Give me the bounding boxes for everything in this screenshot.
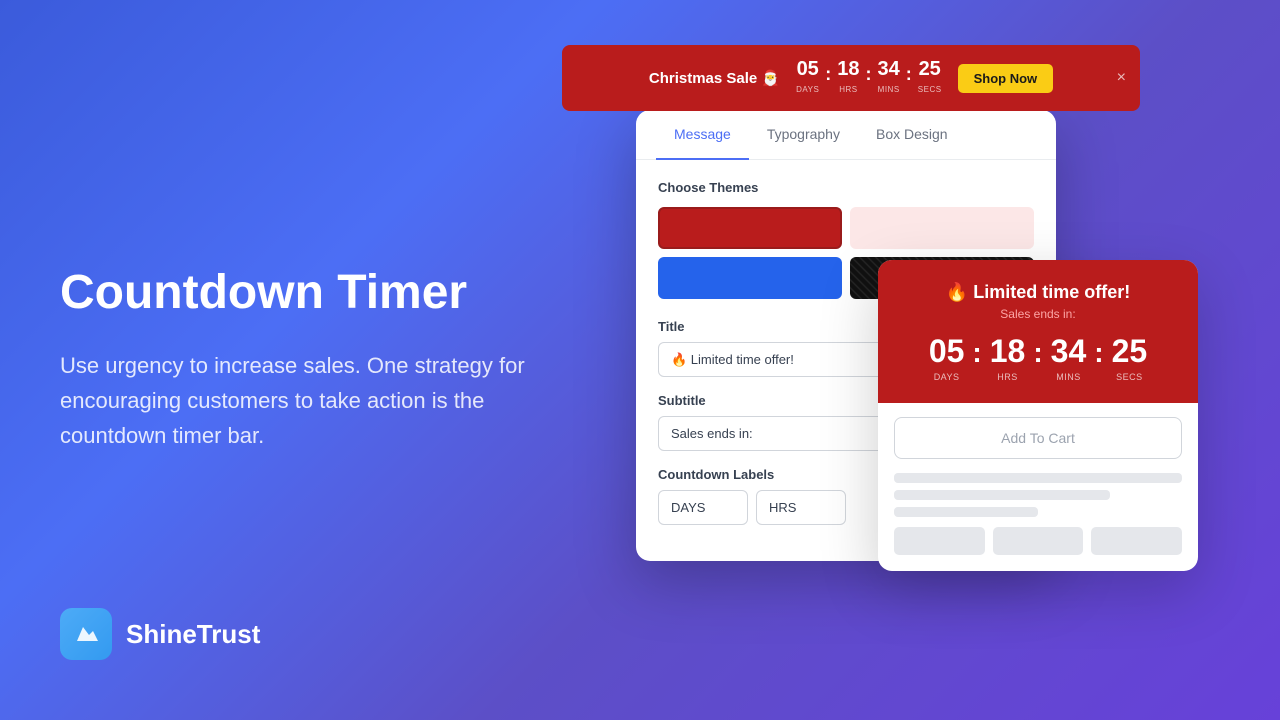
label-days-input[interactable] [658, 490, 748, 525]
preview-secs-num: 25 [1112, 335, 1148, 367]
preview-colon-2: : [1033, 337, 1042, 369]
skeleton-line-2 [894, 490, 1110, 500]
preview-card: 🔥 Limited time offer! Sales ends in: 05 … [878, 260, 1198, 571]
skeleton-line-3 [894, 507, 1038, 517]
preview-timer-subtitle: Sales ends in: [898, 307, 1178, 321]
banner-mins-num: 34 [878, 59, 900, 79]
banner-secs-label: SECS [918, 85, 942, 94]
preview-bottom-row [894, 527, 1182, 555]
theme-red[interactable] [658, 207, 842, 249]
panel-tabs: Message Typography Box Design [636, 110, 1056, 160]
banner-title: Christmas Sale 🎅 [649, 69, 780, 87]
banner-days-unit: 05 DAYS [796, 59, 819, 97]
preview-days-label: DAYS [934, 372, 960, 382]
preview-colon-1: : [972, 337, 981, 369]
skeleton-line-1 [894, 473, 1182, 483]
preview-secs-label: SECS [1116, 372, 1143, 382]
preview-hrs-num: 18 [990, 335, 1026, 367]
banner-colon-2: : [866, 64, 872, 85]
preview-countdown: 05 DAYS : 18 HRS : 34 MINS : 25 SECS [898, 335, 1178, 385]
brand-logo [60, 608, 112, 660]
preview-days-unit: 05 DAYS [929, 335, 965, 385]
label-hrs-input[interactable] [756, 490, 846, 525]
banner-mins-label: MINS [878, 85, 900, 94]
brand: ShineTrust [60, 608, 260, 660]
preview-timer-title: 🔥 Limited time offer! [898, 282, 1178, 303]
preview-skeleton [894, 473, 1182, 517]
preview-hrs-label: HRS [997, 372, 1018, 382]
page-description: Use urgency to increase sales. One strat… [60, 348, 540, 454]
banner-hrs-unit: 18 HRS [837, 59, 859, 97]
banner-mins-unit: 34 MINS [878, 59, 900, 97]
banner-colon-3: : [906, 64, 912, 85]
banner-days-num: 05 [796, 59, 819, 79]
add-to-cart-button[interactable]: Add To Cart [894, 417, 1182, 459]
skeleton-btn-3 [1091, 527, 1182, 555]
shop-now-button[interactable]: Shop Now [958, 64, 1054, 93]
banner-countdown: 05 DAYS : 18 HRS : 34 MINS : 25 SECS [796, 59, 942, 97]
theme-pink[interactable] [850, 207, 1034, 249]
banner-colon-1: : [825, 64, 831, 85]
banner-secs-num: 25 [918, 59, 942, 79]
preview-mins-num: 34 [1051, 335, 1087, 367]
preview-secs-unit: 25 SECS [1112, 335, 1148, 385]
preview-hrs-unit: 18 HRS [990, 335, 1026, 385]
preview-mins-label: MINS [1056, 372, 1081, 382]
tab-typography[interactable]: Typography [749, 110, 858, 160]
preview-days-num: 05 [929, 335, 965, 367]
promo-banner: Christmas Sale 🎅 05 DAYS : 18 HRS : 34 M… [562, 45, 1140, 111]
banner-secs-unit: 25 SECS [918, 59, 942, 97]
banner-hrs-num: 18 [837, 59, 859, 79]
banner-close-button[interactable]: × [1117, 69, 1126, 87]
page-title: Countdown Timer [60, 267, 540, 320]
themes-label: Choose Themes [658, 180, 1034, 195]
theme-blue[interactable] [658, 257, 842, 299]
preview-mins-unit: 34 MINS [1051, 335, 1087, 385]
skeleton-btn-1 [894, 527, 985, 555]
banner-hrs-label: HRS [839, 85, 857, 94]
skeleton-btn-2 [993, 527, 1084, 555]
tab-box-design[interactable]: Box Design [858, 110, 966, 160]
brand-name: ShineTrust [126, 619, 260, 650]
preview-timer-box: 🔥 Limited time offer! Sales ends in: 05 … [878, 260, 1198, 403]
left-section: Countdown Timer Use urgency to increase … [60, 267, 540, 453]
preview-colon-3: : [1094, 337, 1103, 369]
tab-message[interactable]: Message [656, 110, 749, 160]
banner-days-label: DAYS [796, 85, 819, 94]
